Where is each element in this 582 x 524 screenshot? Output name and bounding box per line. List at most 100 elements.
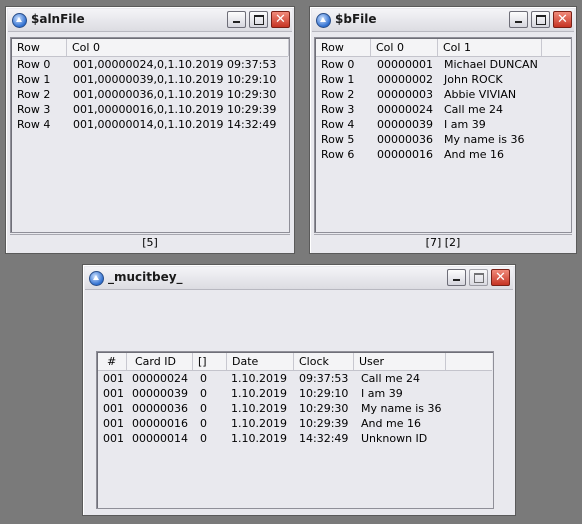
row-label: Row 6 bbox=[321, 148, 355, 161]
card-id: 00000001 bbox=[377, 58, 433, 71]
clock-value: 10:29:39 bbox=[299, 417, 349, 430]
window-title: $alnFile bbox=[31, 12, 85, 26]
list-item[interactable]: 001 00000036 0 1.10.2019 10:29:30 My nam… bbox=[98, 401, 492, 416]
row-label: Row 3 bbox=[17, 103, 51, 116]
list-item[interactable]: 001 00000014 0 1.10.2019 14:32:49 Unknow… bbox=[98, 431, 492, 446]
close-button[interactable]: ✕ bbox=[271, 11, 290, 28]
device-number: 001 bbox=[103, 417, 124, 430]
close-icon: ✕ bbox=[495, 270, 506, 285]
card-id: 00000039 bbox=[377, 118, 433, 131]
list-item[interactable]: Row 2 00000003 Abbie VIVIAN bbox=[316, 87, 570, 102]
minimize-icon bbox=[515, 21, 522, 23]
row-label: Row 5 bbox=[321, 133, 355, 146]
close-button[interactable]: ✕ bbox=[491, 269, 510, 286]
list-item[interactable]: Row 5 00000036 My name is 36 bbox=[316, 132, 570, 147]
maximize-icon bbox=[536, 15, 546, 25]
close-icon: ✕ bbox=[275, 12, 286, 27]
clock-value: 10:29:10 bbox=[299, 387, 349, 400]
column-header-date[interactable]: Date bbox=[227, 353, 294, 370]
minimize-button[interactable] bbox=[509, 11, 528, 28]
list-item[interactable]: Row 3 00000024 Call me 24 bbox=[316, 102, 570, 117]
list-body: Row 0 00000001 Michael DUNCAN Row 1 0000… bbox=[316, 57, 570, 162]
card-id: 00000024 bbox=[132, 372, 188, 385]
titlebar[interactable]: $alnFile ✕ bbox=[8, 9, 292, 32]
row-value: 001,00000024,0,1.10.2019 09:37:53 bbox=[73, 58, 277, 71]
user-name: John ROCK bbox=[444, 73, 503, 86]
user-name: I am 39 bbox=[444, 118, 486, 131]
app-logo-icon[interactable] bbox=[12, 13, 27, 28]
row-label: Row 0 bbox=[17, 58, 51, 71]
minimize-button[interactable] bbox=[227, 11, 246, 28]
column-header-col0[interactable]: Col 0 bbox=[371, 39, 438, 56]
column-header-number[interactable]: # bbox=[98, 353, 127, 370]
column-header-flag[interactable]: [] bbox=[193, 353, 227, 370]
close-icon: ✕ bbox=[557, 12, 568, 27]
row-label: Row 3 bbox=[321, 103, 355, 116]
card-id: 00000016 bbox=[377, 148, 433, 161]
app-logo-icon[interactable] bbox=[316, 13, 331, 28]
list-item[interactable]: Row 1 00000002 John ROCK bbox=[316, 72, 570, 87]
app-logo-icon[interactable] bbox=[89, 271, 104, 286]
clock-value: 10:29:30 bbox=[299, 402, 349, 415]
column-header-col0[interactable]: Col 0 bbox=[67, 39, 289, 56]
minimize-icon bbox=[453, 279, 460, 281]
column-header-user[interactable]: User bbox=[354, 353, 446, 370]
column-header-row[interactable]: Row bbox=[12, 39, 67, 56]
maximize-button[interactable] bbox=[531, 11, 550, 28]
date-value: 1.10.2019 bbox=[231, 417, 287, 430]
user-name: My name is 36 bbox=[444, 133, 525, 146]
list-item[interactable]: Row 0 001,00000024,0,1.10.2019 09:37:53 bbox=[12, 57, 288, 72]
user-value: I am 39 bbox=[361, 387, 403, 400]
card-id: 00000003 bbox=[377, 88, 433, 101]
column-header-clock[interactable]: Clock bbox=[294, 353, 354, 370]
maximize-icon bbox=[254, 15, 264, 25]
window-title: $bFile bbox=[335, 12, 377, 26]
maximize-button[interactable] bbox=[249, 11, 268, 28]
list-view[interactable]: Row Col 0 Row 0 001,00000024,0,1.10.2019… bbox=[10, 37, 290, 233]
row-value: 001,00000039,0,1.10.2019 10:29:10 bbox=[73, 73, 277, 86]
titlebar[interactable]: _mucitbey_ ✕ bbox=[85, 267, 513, 290]
close-button[interactable]: ✕ bbox=[553, 11, 572, 28]
list-item[interactable]: 001 00000016 0 1.10.2019 10:29:39 And me… bbox=[98, 416, 492, 431]
list-item[interactable]: Row 6 00000016 And me 16 bbox=[316, 147, 570, 162]
list-item[interactable]: Row 0 00000001 Michael DUNCAN bbox=[316, 57, 570, 72]
user-name: Abbie VIVIAN bbox=[444, 88, 517, 101]
row-label: Row 0 bbox=[321, 58, 355, 71]
list-header: # Card ID [] Date Clock User bbox=[98, 353, 492, 371]
minimize-button[interactable] bbox=[447, 269, 466, 286]
date-value: 1.10.2019 bbox=[231, 402, 287, 415]
flag-value: 0 bbox=[200, 372, 207, 385]
date-value: 1.10.2019 bbox=[231, 372, 287, 385]
list-view[interactable]: # Card ID [] Date Clock User 001 0000002… bbox=[96, 351, 494, 509]
list-item[interactable]: Row 4 00000039 I am 39 bbox=[316, 117, 570, 132]
list-item[interactable]: 001 00000039 0 1.10.2019 10:29:10 I am 3… bbox=[98, 386, 492, 401]
column-header-col1[interactable]: Col 1 bbox=[438, 39, 542, 56]
device-number: 001 bbox=[103, 387, 124, 400]
column-header-card-id[interactable]: Card ID bbox=[127, 353, 193, 370]
row-label: Row 2 bbox=[17, 88, 51, 101]
user-value: Call me 24 bbox=[361, 372, 421, 385]
card-id: 00000024 bbox=[377, 103, 433, 116]
list-item[interactable]: Row 1 001,00000039,0,1.10.2019 10:29:10 bbox=[12, 72, 288, 87]
device-number: 001 bbox=[103, 372, 124, 385]
date-value: 1.10.2019 bbox=[231, 432, 287, 445]
list-item[interactable]: Row 4 001,00000014,0,1.10.2019 14:32:49 bbox=[12, 117, 288, 132]
clock-value: 14:32:49 bbox=[299, 432, 349, 445]
list-header: Row Col 0 bbox=[12, 39, 289, 57]
minimize-icon bbox=[233, 21, 240, 23]
device-number: 001 bbox=[103, 402, 124, 415]
window-title: _mucitbey_ bbox=[108, 270, 183, 284]
window-alnfile: $alnFile ✕ Row Col 0 Row 0 001,00000024,… bbox=[5, 6, 295, 254]
user-name: Michael DUNCAN bbox=[444, 58, 538, 71]
list-item[interactable]: Row 3 001,00000016,0,1.10.2019 10:29:39 bbox=[12, 102, 288, 117]
list-view[interactable]: Row Col 0 Col 1 Row 0 00000001 Michael D… bbox=[314, 37, 572, 233]
titlebar[interactable]: $bFile ✕ bbox=[312, 9, 574, 32]
row-label: Row 4 bbox=[321, 118, 355, 131]
list-item[interactable]: 001 00000024 0 1.10.2019 09:37:53 Call m… bbox=[98, 371, 492, 386]
column-header-row[interactable]: Row bbox=[316, 39, 371, 56]
list-item[interactable]: Row 2 001,00000036,0,1.10.2019 10:29:30 bbox=[12, 87, 288, 102]
row-label: Row 1 bbox=[321, 73, 355, 86]
window-bfile: $bFile ✕ Row Col 0 Col 1 Row 0 00000001 … bbox=[309, 6, 577, 254]
row-label: Row 4 bbox=[17, 118, 51, 131]
flag-value: 0 bbox=[200, 432, 207, 445]
